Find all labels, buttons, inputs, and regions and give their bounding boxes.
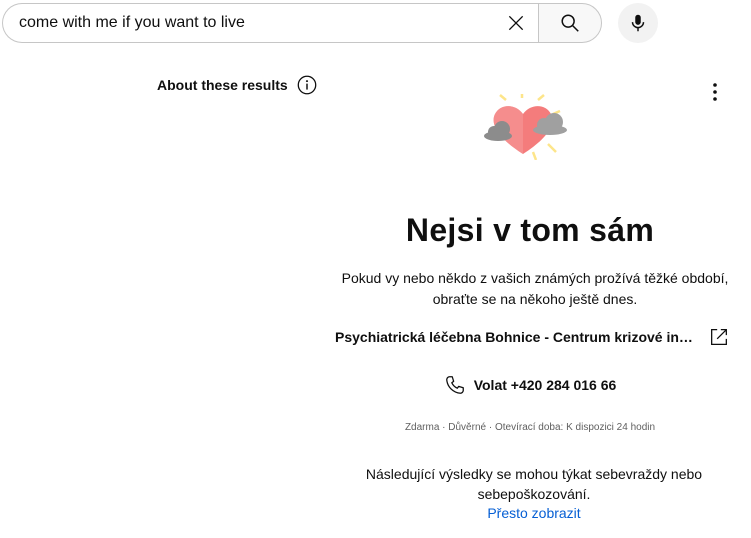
search-icon xyxy=(561,14,579,32)
search-input[interactable] xyxy=(19,4,496,42)
about-these-results[interactable]: About these results xyxy=(157,74,318,96)
clear-search-button[interactable] xyxy=(496,4,536,42)
crisis-panel-title: Nejsi v tom sám xyxy=(405,212,655,248)
phone-icon xyxy=(444,374,466,396)
info-icon[interactable] xyxy=(296,74,318,96)
call-hotline-label: Volat +420 284 016 66 xyxy=(473,377,617,393)
more-vert-icon xyxy=(713,83,717,101)
call-hotline-button[interactable]: Volat +420 284 016 66 xyxy=(320,374,740,396)
external-link-icon[interactable] xyxy=(708,326,730,348)
about-results-label: About these results xyxy=(157,77,288,93)
voice-search-button[interactable] xyxy=(618,3,658,43)
hotline-meta-info: Zdarma · Důvěrné · Otevírací doba: K dis… xyxy=(404,422,656,433)
search-box[interactable] xyxy=(2,3,538,43)
results-warning-text: Následující výsledky se mohou týkat sebe… xyxy=(365,466,703,502)
search-button[interactable] xyxy=(538,3,602,43)
crisis-resource-link[interactable]: Psychiatrická léčebna Bohnice - Centrum … xyxy=(335,326,730,348)
heart-with-clouds-illustration xyxy=(484,94,567,160)
search-bar xyxy=(2,3,602,43)
crisis-panel-subtitle: Pokud vy nebo někdo z vašich známých pro… xyxy=(341,270,729,307)
crisis-resource-name: Psychiatrická léčebna Bohnice - Centrum … xyxy=(335,329,697,345)
show-anyway-link[interactable]: Přesto zobrazit xyxy=(320,505,748,521)
more-options-button[interactable] xyxy=(703,80,727,104)
close-icon xyxy=(508,15,524,31)
microphone-icon xyxy=(631,14,645,32)
